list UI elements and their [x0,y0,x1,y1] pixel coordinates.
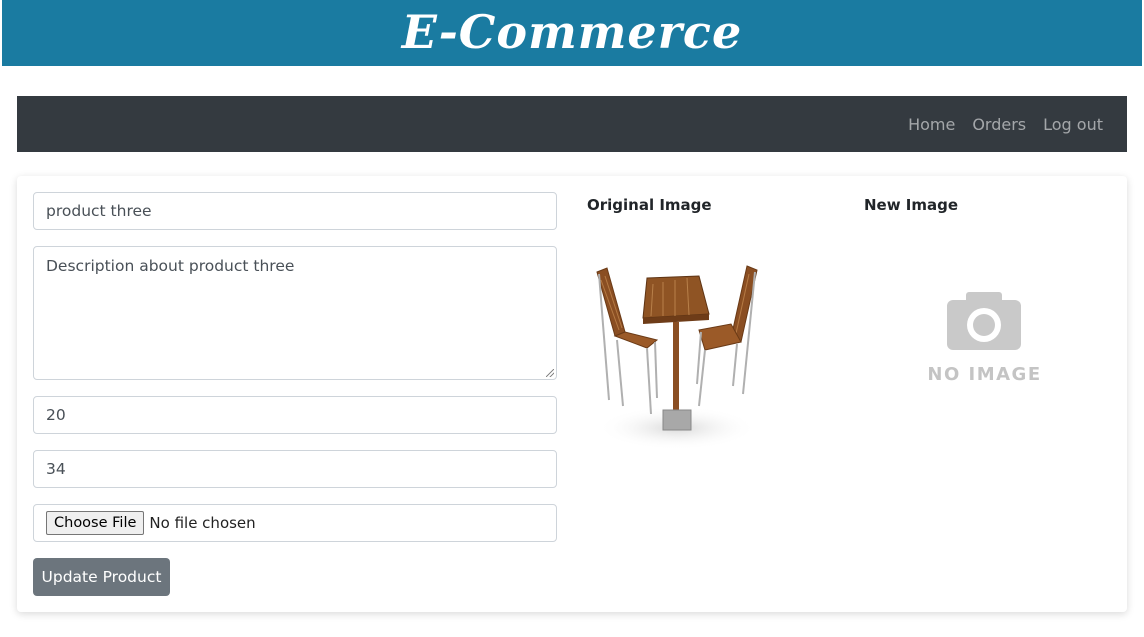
new-image-label: New Image [864,196,959,214]
file-status-text: No file chosen [149,514,256,532]
no-image-placeholder: NO IMAGE [927,292,1041,385]
product-price-input[interactable]: 20 [33,396,557,434]
no-image-text: NO IMAGE [927,364,1041,385]
product-quantity-input[interactable]: 34 [33,450,557,488]
nav-link-home[interactable]: Home [908,115,955,134]
nav-link-orders[interactable]: Orders [972,115,1026,134]
product-quantity-value: 34 [46,460,66,478]
original-image-label: Original Image [587,196,712,214]
original-product-image [596,265,758,450]
nav-link-logout[interactable]: Log out [1043,115,1103,134]
edit-product-card: product three Description about product … [17,176,1127,612]
camera-icon [947,292,1021,350]
site-title: E-Commerce [401,5,743,59]
choose-file-button[interactable]: Choose File [46,511,145,535]
product-price-value: 20 [46,406,66,424]
product-name-value: product three [46,202,152,220]
resize-grip-icon[interactable] [546,369,554,377]
product-name-input[interactable]: product three [33,192,557,230]
site-banner: E-Commerce [2,0,1142,66]
navbar: Home Orders Log out [17,96,1127,152]
product-description-value: Description about product three [46,257,295,275]
product-description-textarea[interactable]: Description about product three [33,246,557,380]
update-product-button[interactable]: Update Product [33,558,170,596]
image-file-input: Choose File No file chosen [33,504,557,542]
nav-links: Home Orders Log out [908,96,1103,152]
